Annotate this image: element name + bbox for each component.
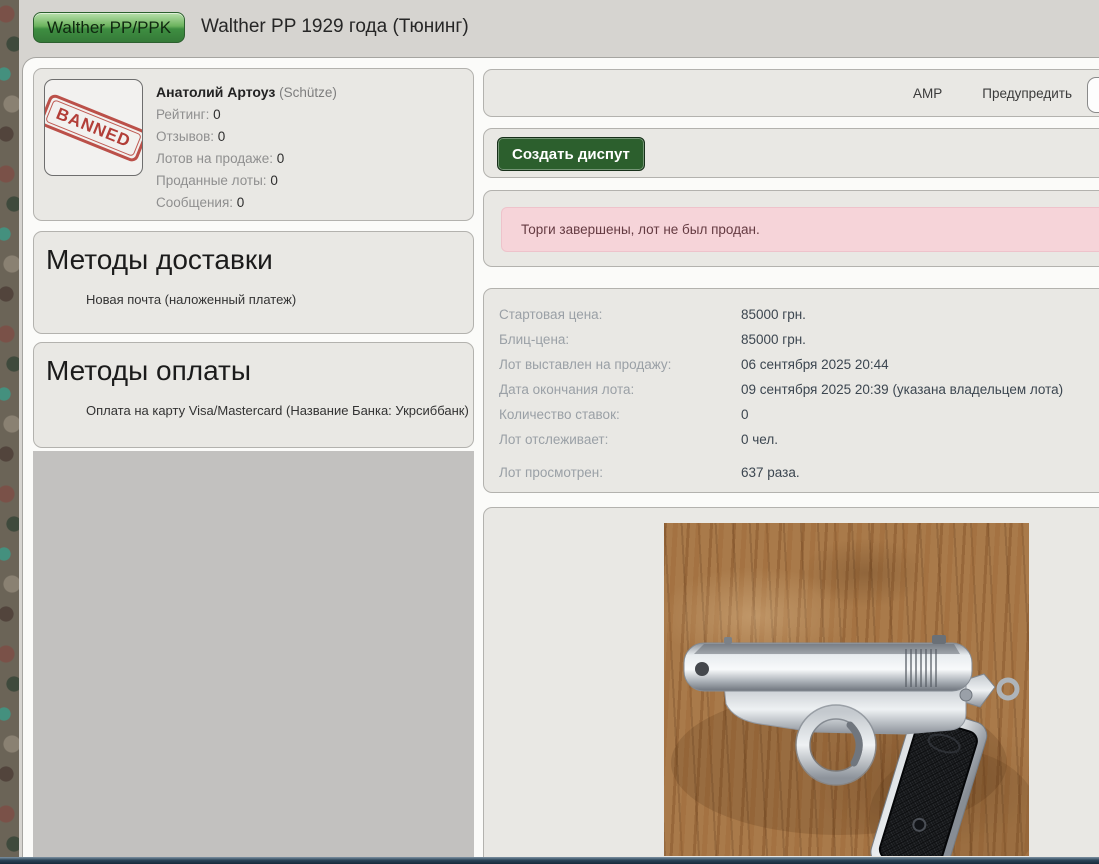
detail-row: Лот просмотрен: 637 раза. [499, 460, 1099, 485]
delivery-method-item: Новая почта (наложенный платеж) [86, 292, 297, 307]
create-dispute-button[interactable]: Создать диспут [497, 137, 645, 171]
detail-value: 637 раза. [741, 465, 800, 480]
detail-label: Лот выставлен на продажу: [499, 357, 672, 372]
stat-label: Проданные лоты: [156, 173, 267, 188]
detail-row: Лот выставлен на продажу: 06 сентября 20… [499, 352, 1099, 377]
detail-value: 09 сентября 2025 20:39 (указана владельц… [741, 382, 1064, 397]
seller-role: (Schütze) [279, 85, 337, 100]
amp-link[interactable]: AMP [913, 86, 942, 101]
seller-stat-row: Рейтинг: 0 [156, 104, 337, 126]
detail-value: 85000 грн. [741, 307, 806, 322]
detail-label: Дата окончания лота: [499, 382, 635, 397]
dispute-panel: Создать диспут [483, 128, 1099, 178]
detail-row: Дата окончания лота: 09 сентября 2025 20… [499, 377, 1099, 402]
seller-name[interactable]: Анатолий Артоуз [156, 84, 275, 100]
seller-name-row: Анатолий Артоуз (Schütze) [156, 81, 337, 104]
detail-row: Стартовая цена: 85000 грн. [499, 302, 1099, 327]
detail-label: Блиц-цена: [499, 332, 570, 347]
detail-row: Блиц-цена: 85000 грн. [499, 327, 1099, 352]
banned-stamp-label: BANNED [45, 98, 142, 157]
seller-info: Анатолий Артоуз (Schütze) Рейтинг: 0 Отз… [156, 81, 337, 214]
seller-stat-row: Сообщения: 0 [156, 192, 337, 214]
toolbar-links: AMP Предупредить [484, 70, 1099, 116]
lot-photo-panel [483, 507, 1099, 864]
stat-label: Лотов на продаже: [156, 151, 273, 166]
detail-value: 0 чел. [741, 432, 778, 447]
detail-row: Количество ставок: 0 [499, 402, 1099, 427]
seller-avatar[interactable]: BANNED [44, 79, 143, 176]
detail-label: Стартовая цена: [499, 307, 603, 322]
detail-label: Лот просмотрен: [499, 465, 603, 480]
stat-label: Рейтинг: [156, 107, 210, 122]
detail-value: 06 сентября 2025 20:44 [741, 357, 889, 372]
detail-value: 85000 грн. [741, 332, 806, 347]
banned-stamp: BANNED [45, 92, 142, 163]
detail-row: Лот отслеживает: 0 чел. [499, 427, 1099, 452]
detail-value: 0 [741, 407, 749, 422]
stat-value: 0 [270, 173, 278, 188]
pistol-illustration [671, 635, 1029, 856]
category-button[interactable]: Walther PP/PPK [33, 12, 186, 43]
lot-details-panel: Стартовая цена: 85000 грн. Блиц-цена: 85… [483, 288, 1099, 493]
page-title: Walther PP 1929 года (Тюнинг) [201, 16, 469, 37]
seller-stat-row: Лотов на продаже: 0 [156, 148, 337, 170]
left-column-placeholder-block [33, 451, 474, 864]
auction-lot-page: Walther PP/PPK Walther PP 1929 года (Тюн… [0, 0, 1099, 864]
stat-value: 0 [213, 107, 221, 122]
payment-methods-title: Методы оплаты [46, 355, 251, 386]
delivery-methods-title: Методы доставки [46, 244, 273, 275]
stat-value: 0 [276, 151, 285, 166]
camouflage-background-strip [0, 0, 19, 864]
seller-panel: BANNED Анатолий Артоуз (Schütze) Рейтинг… [33, 68, 474, 221]
seller-stat-row: Проданные лоты: 0 [156, 170, 337, 192]
delivery-methods-panel: Методы доставки Новая почта (наложенный … [33, 231, 474, 334]
warn-seller-link[interactable]: Предупредить [982, 86, 1072, 101]
stat-label: Отзывов: [156, 129, 215, 144]
stat-value: 0 [236, 195, 245, 210]
lot-photo[interactable] [664, 523, 1029, 856]
payment-method-item: Оплата на карту Visa/Mastercard (Названи… [86, 403, 469, 418]
seller-stat-row: Отзывов: 0 [156, 126, 337, 148]
detail-label: Количество ставок: [499, 407, 620, 422]
auction-ended-alert: Торги завершены, лот не был продан. [501, 207, 1099, 252]
alert-panel: Торги завершены, лот не был продан. [483, 190, 1099, 267]
stat-label: Сообщения: [156, 195, 234, 210]
toolbar-cutoff-button[interactable] [1087, 77, 1099, 113]
stat-value: 0 [217, 129, 226, 144]
bottom-window-edge-bar [0, 857, 1099, 864]
payment-methods-panel: Методы оплаты Оплата на карту Visa/Maste… [33, 342, 474, 448]
detail-label: Лот отслеживает: [499, 432, 609, 447]
lot-toolbar-panel: AMP Предупредить [483, 69, 1099, 117]
